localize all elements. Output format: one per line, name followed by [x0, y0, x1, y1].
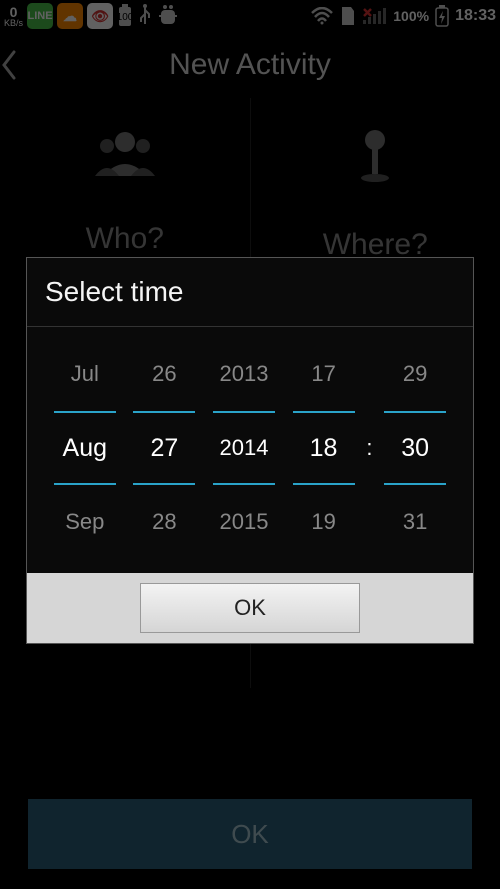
year-next[interactable]: 2015 [220, 485, 269, 559]
month-prev[interactable]: Jul [71, 337, 99, 411]
hour-current[interactable]: 18 [293, 411, 355, 485]
day-current[interactable]: 27 [133, 411, 195, 485]
dialog-title: Select time [27, 258, 473, 327]
minute-next[interactable]: 31 [403, 485, 427, 559]
month-next[interactable]: Sep [65, 485, 104, 559]
minute-prev[interactable]: 29 [403, 337, 427, 411]
month-current[interactable]: Aug [54, 411, 116, 485]
dialog-ok-label: OK [234, 595, 266, 621]
datetime-pickers: Jul Aug Sep 26 27 28 2013 2014 2015 17 1… [27, 327, 473, 573]
minute-current[interactable]: 30 [384, 411, 446, 485]
year-current[interactable]: 2014 [213, 411, 275, 485]
day-prev[interactable]: 26 [152, 337, 176, 411]
year-picker[interactable]: 2013 2014 2015 [204, 337, 284, 559]
dialog-footer: OK [27, 573, 473, 643]
day-next[interactable]: 28 [152, 485, 176, 559]
month-picker[interactable]: Jul Aug Sep [45, 337, 125, 559]
time-separator: : [363, 337, 375, 559]
select-time-dialog: Select time Jul Aug Sep 26 27 28 2013 20… [26, 257, 474, 644]
year-prev[interactable]: 2013 [220, 337, 269, 411]
hour-next[interactable]: 19 [311, 485, 335, 559]
minute-picker[interactable]: 29 30 31 [375, 337, 455, 559]
hour-prev[interactable]: 17 [311, 337, 335, 411]
day-picker[interactable]: 26 27 28 [125, 337, 205, 559]
dialog-ok-button[interactable]: OK [140, 583, 360, 633]
hour-picker[interactable]: 17 18 19 [284, 337, 364, 559]
